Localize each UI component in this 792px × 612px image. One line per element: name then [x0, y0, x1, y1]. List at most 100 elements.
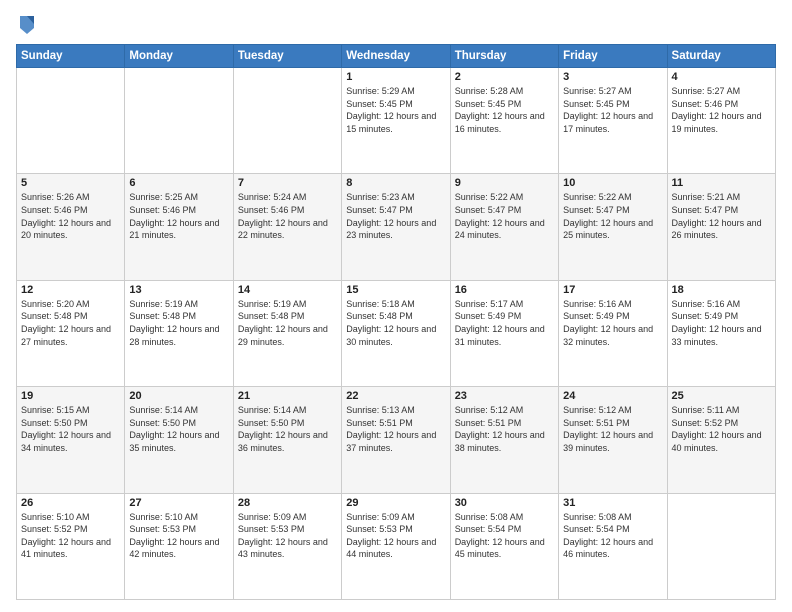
- day-info: Sunrise: 5:10 AM Sunset: 5:52 PM Dayligh…: [21, 511, 120, 561]
- day-info: Sunrise: 5:13 AM Sunset: 5:51 PM Dayligh…: [346, 404, 445, 454]
- day-info: Sunrise: 5:12 AM Sunset: 5:51 PM Dayligh…: [455, 404, 554, 454]
- calendar-cell: 10 Sunrise: 5:22 AM Sunset: 5:47 PM Dayli…: [559, 174, 667, 280]
- day-info: Sunrise: 5:17 AM Sunset: 5:49 PM Dayligh…: [455, 298, 554, 348]
- calendar-cell: 13Sunrise: 5:19 AM Sunset: 5:48 PM Dayli…: [125, 280, 233, 386]
- weekday-header-tuesday: Tuesday: [233, 45, 341, 68]
- weekday-header-row: SundayMondayTuesdayWednesdayThursdayFrid…: [17, 45, 776, 68]
- page: SundayMondayTuesdayWednesdayThursdayFrid…: [0, 0, 792, 612]
- calendar-cell: 28Sunrise: 5:09 AM Sunset: 5:53 PM Dayli…: [233, 493, 341, 599]
- day-info: Sunrise: 5:19 AM Sunset: 5:48 PM Dayligh…: [238, 298, 337, 348]
- day-info: Sunrise: 5:08 AM Sunset: 5:54 PM Dayligh…: [455, 511, 554, 561]
- day-info: Sunrise: 5:15 AM Sunset: 5:50 PM Dayligh…: [21, 404, 120, 454]
- weekday-header-friday: Friday: [559, 45, 667, 68]
- day-info: Sunrise: 5:28 AM Sunset: 5:45 PM Dayligh…: [455, 85, 554, 135]
- day-info: Sunrise: 5:16 AM Sunset: 5:49 PM Dayligh…: [563, 298, 662, 348]
- day-info: Sunrise: 5:11 AM Sunset: 5:52 PM Dayligh…: [672, 404, 771, 454]
- day-info: Sunrise: 5:22 AM Sunset: 5:47 PM Dayligh…: [455, 191, 554, 241]
- day-number: 24: [563, 390, 662, 402]
- calendar-cell: 24 Sunrise: 5:12 AM Sunset: 5:51 PM Dayli…: [559, 387, 667, 493]
- calendar-cell: 5Sunrise: 5:26 AM Sunset: 5:46 PM Daylig…: [17, 174, 125, 280]
- calendar-cell: 7 Sunrise: 5:24 AM Sunset: 5:46 PM Daylig…: [233, 174, 341, 280]
- calendar-cell: 11 Sunrise: 5:21 AM Sunset: 5:47 PM Dayli…: [667, 174, 775, 280]
- calendar-cell: 17 Sunrise: 5:16 AM Sunset: 5:49 PM Dayli…: [559, 280, 667, 386]
- day-info: Sunrise: 5:24 AM Sunset: 5:46 PM Dayligh…: [238, 191, 337, 241]
- day-number: 11: [672, 177, 771, 189]
- calendar-cell: 30 Sunrise: 5:08 AM Sunset: 5:54 PM Dayli…: [450, 493, 558, 599]
- calendar-cell: 21 Sunrise: 5:14 AM Sunset: 5:50 PM Dayli…: [233, 387, 341, 493]
- calendar-table: SundayMondayTuesdayWednesdayThursdayFrid…: [16, 44, 776, 600]
- weekday-header-saturday: Saturday: [667, 45, 775, 68]
- day-number: 21: [238, 390, 337, 402]
- calendar-cell: 31 Sunrise: 5:08 AM Sunset: 5:54 PM Dayli…: [559, 493, 667, 599]
- day-number: 20: [129, 390, 228, 402]
- calendar-cell: 1Sunrise: 5:29 AM Sunset: 5:45 PM Daylig…: [342, 68, 450, 174]
- calendar-cell: 9Sunrise: 5:22 AM Sunset: 5:47 PM Daylig…: [450, 174, 558, 280]
- calendar-cell: 16 Sunrise: 5:17 AM Sunset: 5:49 PM Dayli…: [450, 280, 558, 386]
- calendar-cell: 22Sunrise: 5:13 AM Sunset: 5:51 PM Dayli…: [342, 387, 450, 493]
- week-row-3: 12 Sunrise: 5:20 AM Sunset: 5:48 PM Dayli…: [17, 280, 776, 386]
- calendar-cell: 4 Sunrise: 5:27 AM Sunset: 5:46 PM Daylig…: [667, 68, 775, 174]
- day-info: Sunrise: 5:25 AM Sunset: 5:46 PM Dayligh…: [129, 191, 228, 241]
- day-number: 12: [21, 284, 120, 296]
- calendar-cell: 25 Sunrise: 5:11 AM Sunset: 5:52 PM Dayli…: [667, 387, 775, 493]
- day-info: Sunrise: 5:14 AM Sunset: 5:50 PM Dayligh…: [129, 404, 228, 454]
- calendar-cell: 8Sunrise: 5:23 AM Sunset: 5:47 PM Daylig…: [342, 174, 450, 280]
- day-info: Sunrise: 5:14 AM Sunset: 5:50 PM Dayligh…: [238, 404, 337, 454]
- weekday-header-thursday: Thursday: [450, 45, 558, 68]
- day-info: Sunrise: 5:08 AM Sunset: 5:54 PM Dayligh…: [563, 511, 662, 561]
- day-number: 30: [455, 497, 554, 509]
- logo: [16, 16, 36, 36]
- day-number: 16: [455, 284, 554, 296]
- calendar-cell: 2Sunrise: 5:28 AM Sunset: 5:45 PM Daylig…: [450, 68, 558, 174]
- day-number: 3: [563, 71, 662, 83]
- calendar-cell: [233, 68, 341, 174]
- day-info: Sunrise: 5:21 AM Sunset: 5:47 PM Dayligh…: [672, 191, 771, 241]
- day-info: Sunrise: 5:16 AM Sunset: 5:49 PM Dayligh…: [672, 298, 771, 348]
- day-number: 4: [672, 71, 771, 83]
- day-number: 19: [21, 390, 120, 402]
- day-info: Sunrise: 5:12 AM Sunset: 5:51 PM Dayligh…: [563, 404, 662, 454]
- calendar-cell: 18 Sunrise: 5:16 AM Sunset: 5:49 PM Dayli…: [667, 280, 775, 386]
- day-info: Sunrise: 5:10 AM Sunset: 5:53 PM Dayligh…: [129, 511, 228, 561]
- day-number: 31: [563, 497, 662, 509]
- calendar-cell: 15 Sunrise: 5:18 AM Sunset: 5:48 PM Dayli…: [342, 280, 450, 386]
- day-number: 18: [672, 284, 771, 296]
- day-number: 6: [129, 177, 228, 189]
- day-number: 5: [21, 177, 120, 189]
- calendar-cell: 23 Sunrise: 5:12 AM Sunset: 5:51 PM Dayli…: [450, 387, 558, 493]
- day-number: 15: [346, 284, 445, 296]
- day-info: Sunrise: 5:18 AM Sunset: 5:48 PM Dayligh…: [346, 298, 445, 348]
- day-number: 14: [238, 284, 337, 296]
- calendar-cell: 26 Sunrise: 5:10 AM Sunset: 5:52 PM Dayli…: [17, 493, 125, 599]
- day-info: Sunrise: 5:19 AM Sunset: 5:48 PM Dayligh…: [129, 298, 228, 348]
- calendar-cell: 14 Sunrise: 5:19 AM Sunset: 5:48 PM Dayli…: [233, 280, 341, 386]
- day-info: Sunrise: 5:27 AM Sunset: 5:46 PM Dayligh…: [672, 85, 771, 135]
- day-info: Sunrise: 5:27 AM Sunset: 5:45 PM Dayligh…: [563, 85, 662, 135]
- day-number: 26: [21, 497, 120, 509]
- day-number: 23: [455, 390, 554, 402]
- week-row-5: 26 Sunrise: 5:10 AM Sunset: 5:52 PM Dayli…: [17, 493, 776, 599]
- week-row-4: 19 Sunrise: 5:15 AM Sunset: 5:50 PM Dayli…: [17, 387, 776, 493]
- calendar-cell: 20 Sunrise: 5:14 AM Sunset: 5:50 PM Dayli…: [125, 387, 233, 493]
- day-info: Sunrise: 5:20 AM Sunset: 5:48 PM Dayligh…: [21, 298, 120, 348]
- week-row-1: 1Sunrise: 5:29 AM Sunset: 5:45 PM Daylig…: [17, 68, 776, 174]
- calendar-cell: 12 Sunrise: 5:20 AM Sunset: 5:48 PM Dayli…: [17, 280, 125, 386]
- calendar-cell: 29Sunrise: 5:09 AM Sunset: 5:53 PM Dayli…: [342, 493, 450, 599]
- day-number: 10: [563, 177, 662, 189]
- calendar-cell: [667, 493, 775, 599]
- day-number: 27: [129, 497, 228, 509]
- day-number: 29: [346, 497, 445, 509]
- logo-icon: [18, 14, 36, 36]
- header: [16, 12, 776, 36]
- day-number: 28: [238, 497, 337, 509]
- day-number: 7: [238, 177, 337, 189]
- day-number: 8: [346, 177, 445, 189]
- calendar-cell: 6 Sunrise: 5:25 AM Sunset: 5:46 PM Daylig…: [125, 174, 233, 280]
- weekday-header-wednesday: Wednesday: [342, 45, 450, 68]
- day-info: Sunrise: 5:22 AM Sunset: 5:47 PM Dayligh…: [563, 191, 662, 241]
- weekday-header-monday: Monday: [125, 45, 233, 68]
- day-number: 17: [563, 284, 662, 296]
- week-row-2: 5Sunrise: 5:26 AM Sunset: 5:46 PM Daylig…: [17, 174, 776, 280]
- day-number: 1: [346, 71, 445, 83]
- day-number: 25: [672, 390, 771, 402]
